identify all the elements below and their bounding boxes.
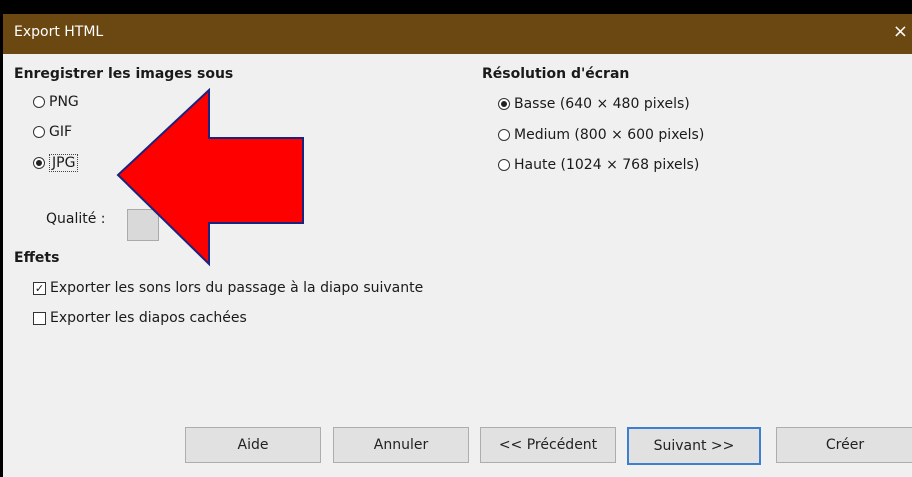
- arrow-shape: [116, 87, 304, 267]
- export-html-dialog: Export HTML × Enregistrer les images sou…: [3, 14, 912, 477]
- red-arrow-annotation: [116, 87, 304, 267]
